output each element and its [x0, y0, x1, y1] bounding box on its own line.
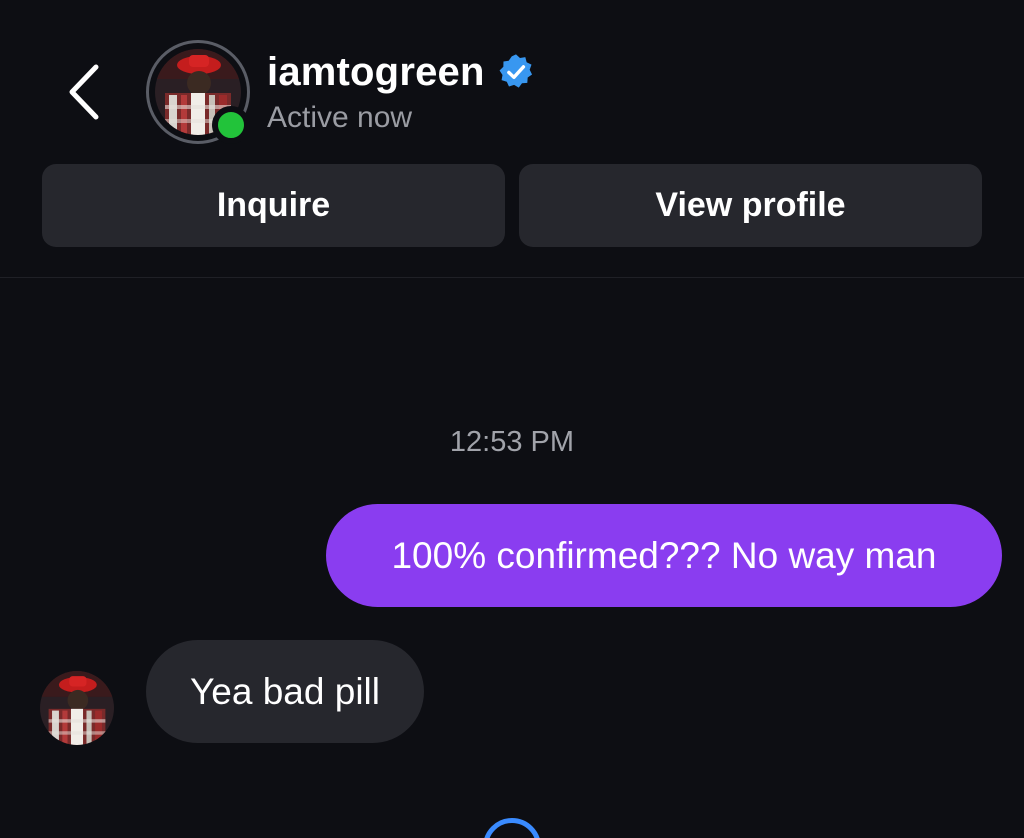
loading-spinner-icon — [483, 818, 541, 838]
view-profile-button[interactable]: View profile — [519, 164, 982, 247]
chevron-left-icon — [69, 64, 99, 120]
online-status-dot — [212, 106, 250, 144]
message-timestamp: 12:53 PM — [449, 426, 575, 458]
active-status: Active now — [267, 101, 413, 134]
verified-badge-icon — [497, 53, 535, 91]
thread-header: iamtogreen Active now Inquire View profi… — [0, 0, 1024, 278]
sender-avatar[interactable] — [40, 671, 114, 745]
username[interactable]: iamtogreen — [267, 50, 485, 95]
username-row[interactable]: iamtogreen — [267, 48, 535, 96]
inquire-button[interactable]: Inquire — [42, 164, 505, 247]
incoming-message-bubble[interactable]: Yea bad pill — [146, 640, 424, 743]
dm-thread-screen: iamtogreen Active now Inquire View profi… — [0, 0, 1024, 838]
back-button[interactable] — [58, 58, 110, 126]
outgoing-message-bubble[interactable]: 100% confirmed??? No way man — [326, 504, 1002, 607]
header-divider — [0, 277, 1024, 278]
